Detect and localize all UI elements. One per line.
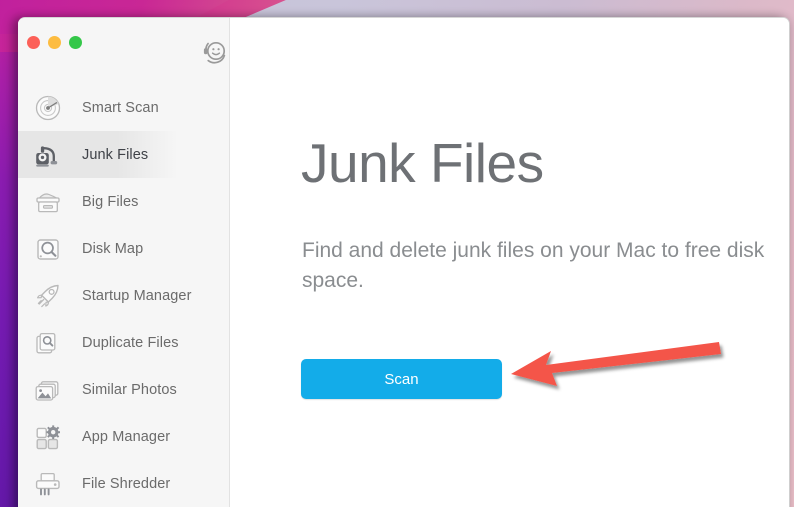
- sidebar-item-disk-map[interactable]: Disk Map: [18, 225, 229, 272]
- sidebar-item-label: Similar Photos: [82, 381, 177, 398]
- zoom-button[interactable]: [69, 36, 82, 49]
- sidebar: Smart Scan Junk Files Big Files Disk Map…: [18, 18, 230, 507]
- sidebar-item-label: File Shredder: [82, 475, 171, 492]
- sidebar-item-similar-photos[interactable]: Similar Photos: [18, 366, 229, 413]
- sidebar-item-label: Smart Scan: [82, 99, 159, 116]
- sidebar-item-app-manager[interactable]: App Manager: [18, 413, 229, 460]
- sidebar-item-duplicate-files[interactable]: Duplicate Files: [18, 319, 229, 366]
- sidebar-item-label: Disk Map: [82, 240, 144, 257]
- sidebar-item-smart-scan[interactable]: Smart Scan: [18, 84, 229, 131]
- sidebar-item-file-shredder[interactable]: File Shredder: [18, 460, 229, 507]
- photos-icon: [33, 375, 63, 405]
- shredder-icon: [33, 469, 63, 499]
- desktop-background: Smart Scan Junk Files Big Files Disk Map…: [0, 0, 794, 507]
- rocket-icon: [33, 281, 63, 311]
- sidebar-nav-list: Smart Scan Junk Files Big Files Disk Map…: [18, 84, 229, 507]
- support-smiley-icon[interactable]: [202, 38, 230, 66]
- disk-magnifier-icon: [33, 234, 63, 264]
- documents-magnifier-icon: [33, 328, 63, 358]
- sidebar-item-startup-manager[interactable]: Startup Manager: [18, 272, 229, 319]
- page-description: Find and delete junk files on your Mac t…: [302, 239, 765, 293]
- radar-icon: [33, 93, 63, 123]
- sidebar-item-label: Junk Files: [82, 146, 149, 163]
- close-button[interactable]: [27, 36, 40, 49]
- sidebar-item-label: Duplicate Files: [82, 334, 179, 351]
- sidebar-item-junk-files[interactable]: Junk Files: [18, 131, 229, 178]
- sidebar-item-big-files[interactable]: Big Files: [18, 178, 229, 225]
- scan-button[interactable]: Scan: [301, 359, 502, 399]
- sidebar-item-label: Startup Manager: [82, 287, 192, 304]
- sidebar-item-label: App Manager: [82, 428, 171, 445]
- apps-gear-icon: [33, 422, 63, 452]
- page-title: Junk Files: [301, 132, 544, 194]
- minimize-button[interactable]: [48, 36, 61, 49]
- window-traffic-lights: [27, 36, 82, 49]
- sidebar-item-label: Big Files: [82, 193, 139, 210]
- vacuum-icon: [33, 140, 63, 170]
- app-window: Smart Scan Junk Files Big Files Disk Map…: [18, 17, 790, 507]
- bin-icon: [33, 187, 63, 217]
- main-content: Junk Files Find and delete junk files on…: [230, 18, 789, 507]
